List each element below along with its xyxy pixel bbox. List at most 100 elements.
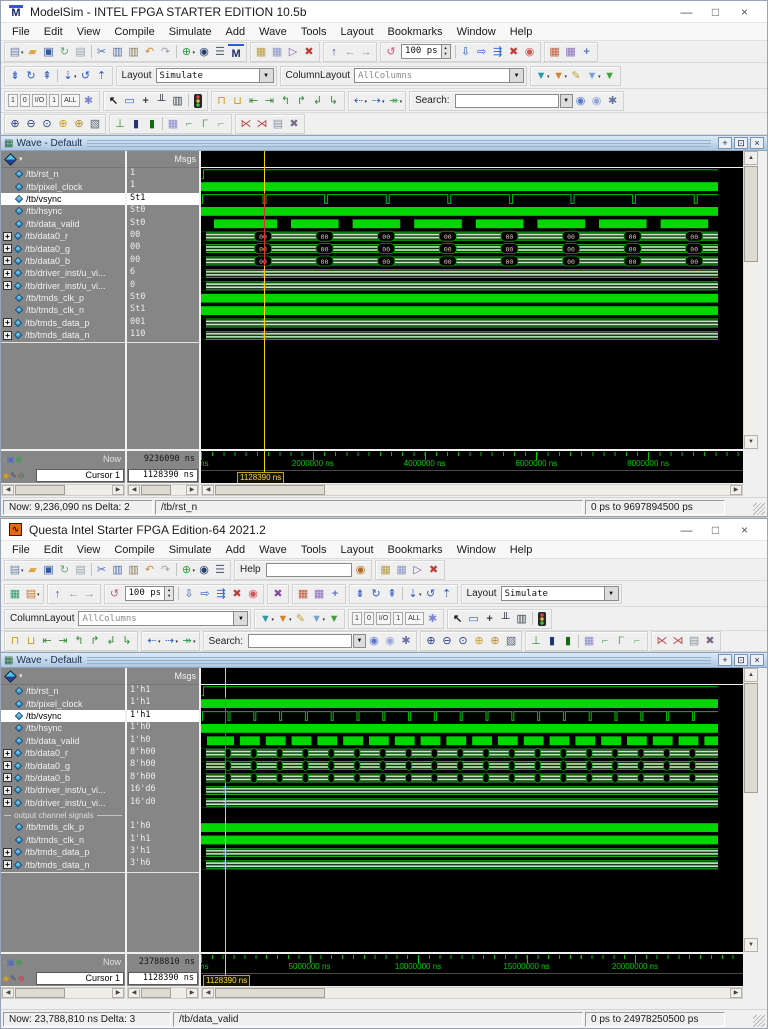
wave-cut-icon[interactable]: ⊓ (214, 93, 230, 109)
edge-fall-find-icon[interactable]: ⌐ (213, 116, 229, 132)
goto-line-icon[interactable]: ☰ (212, 562, 228, 578)
signal-row[interactable]: +/tb/driver_inst/u_vi... (1, 784, 125, 796)
edit-columns-icon[interactable]: ▥ (170, 93, 186, 109)
menu-help[interactable]: Help (503, 544, 540, 556)
group-expand-icon[interactable]: ⇟ (7, 68, 23, 84)
reload-icon[interactable]: ↻ (57, 562, 73, 578)
wave-hscrollbar[interactable]: ◀▶ (201, 484, 743, 496)
signal-value[interactable]: St1 (127, 304, 199, 316)
maximize-button[interactable]: □ (701, 523, 730, 537)
signal-row[interactable]: /tb/vsync (1, 193, 125, 205)
edge-stretch-left-icon[interactable]: ↰ (278, 93, 294, 109)
expand-icon[interactable]: + (3, 244, 12, 253)
signal-row[interactable]: +/tb/data0_b (1, 255, 125, 267)
signal-row[interactable]: /tb/data_valid (1, 218, 125, 230)
restart-icon[interactable]: ↺ (107, 586, 123, 602)
force-clock-button[interactable]: 1 (49, 94, 59, 107)
signal-row[interactable]: /tb/hsync (1, 722, 125, 734)
cursor-time-flag[interactable]: 1128390 ns (203, 975, 250, 986)
zoom-full-icon[interactable]: ⊙ (39, 116, 55, 132)
scroll-down-button[interactable]: ▼ (744, 938, 758, 952)
group-expand-icon[interactable]: ⇟ (352, 586, 368, 602)
edge-any-find-icon[interactable]: Γ (613, 633, 629, 649)
zoom-full-icon[interactable]: ⊙ (455, 633, 471, 649)
chevron-down-icon[interactable]: ▼ (509, 69, 523, 82)
force-zero-button[interactable]: 0 (20, 94, 30, 107)
close-button[interactable]: × (730, 523, 759, 537)
scroll-up-button[interactable]: ▲ (744, 668, 758, 682)
signal-row[interactable]: /tb/tmds_clk_n (1, 834, 125, 846)
menu-add[interactable]: Add (219, 26, 253, 38)
signal-value[interactable]: 1'h1 (127, 834, 199, 846)
waveform-canvas[interactable] (201, 668, 743, 952)
collapse-sync-icon[interactable]: ↺ (78, 68, 94, 84)
compile-all-icon[interactable]: ▦ (394, 562, 410, 578)
search-dropdown-icon[interactable]: ▼ (353, 634, 366, 648)
filter-remove-icon[interactable]: ✖ (270, 586, 286, 602)
scroll-left-button[interactable]: ◀ (128, 988, 140, 998)
edge-any-find-icon[interactable]: Γ (197, 116, 213, 132)
chevron-down-icon[interactable]: ▾ (21, 50, 24, 56)
break-compile-icon[interactable]: ✖ (301, 44, 317, 60)
scroll-right-button[interactable]: ▶ (730, 485, 742, 495)
menu-wave[interactable]: Wave (252, 26, 294, 38)
delete-cursor-icon[interactable]: ⊖ (18, 974, 25, 983)
signal-value[interactable]: St0 (127, 205, 199, 217)
group-collapse-icon[interactable]: ⇞ (39, 68, 55, 84)
edge-delete-icon[interactable]: ⇥ (55, 633, 71, 649)
signal-value[interactable]: 110 (127, 329, 199, 341)
search-forward-icon[interactable]: ◉ (366, 633, 382, 649)
wave-vertical-scrollbar[interactable]: ▲ ▼ (743, 151, 758, 449)
signal-value[interactable]: 00 (127, 242, 199, 254)
signal-row[interactable]: +/tb/data0_g (1, 242, 125, 254)
signal-row[interactable]: +/tb/data0_b (1, 772, 125, 784)
scroll-right-button[interactable]: ▶ (112, 485, 124, 495)
transcript-report-icon[interactable]: ▤ (686, 633, 702, 649)
memory-profile-icon[interactable]: ▦ (563, 44, 579, 60)
pan-mode-icon[interactable]: + (138, 93, 154, 109)
cursor-value[interactable]: 1128390 ns (128, 469, 198, 482)
simulate-icon[interactable]: ▷ (285, 44, 301, 60)
menu-edit[interactable]: Edit (37, 544, 70, 556)
search-options-icon[interactable]: ✱ (398, 633, 414, 649)
chevron-down-icon[interactable]: ▾ (365, 99, 368, 105)
signal-row[interactable]: /tb/hsync (1, 205, 125, 217)
wand-icon[interactable]: ✱ (81, 93, 97, 109)
cut-icon[interactable]: ✂ (94, 562, 110, 578)
redo-icon[interactable]: ↷ (158, 44, 174, 60)
menu-bookmarks[interactable]: Bookmarks (381, 544, 450, 556)
columnlayout-select[interactable]: AllColumns▼ (354, 68, 524, 83)
paste-icon[interactable]: ▥ (126, 562, 142, 578)
grid-view-icon[interactable]: ▦ (581, 633, 597, 649)
add-cursor-icon[interactable]: ⊕ (15, 958, 22, 967)
modelsim-home-icon[interactable]: M (228, 44, 244, 60)
open-folder-icon[interactable]: ▰ (25, 562, 41, 578)
env-forward-icon[interactable]: → (358, 44, 374, 60)
columnlayout-select[interactable]: AllColumns▼ (78, 611, 248, 626)
copy-icon[interactable]: ▥ (110, 44, 126, 60)
chevron-down-icon[interactable]: ▾ (74, 74, 77, 80)
run-continue-icon[interactable]: ⇨ (474, 44, 490, 60)
signal-row[interactable]: +/tb/data0_r (1, 747, 125, 759)
cursor-time-flag[interactable]: 1128390 ns (237, 472, 284, 483)
edge-fall-find-icon[interactable]: ⌐ (629, 633, 645, 649)
chevron-down-icon[interactable]: ▾ (21, 568, 24, 574)
signal-row[interactable]: +/tb/data0_g (1, 759, 125, 771)
timeline-ruler[interactable]: 0 ns2000000 ns4000000 ns6000000 ns800000… (201, 451, 743, 483)
signal-value[interactable]: St0 (127, 292, 199, 304)
scroll-down-button[interactable]: ▼ (744, 435, 758, 449)
transcript-report-icon[interactable]: ▤ (270, 116, 286, 132)
search-forward-icon[interactable]: ◉ (573, 93, 589, 109)
wave-paste-icon[interactable]: ⊔ (230, 93, 246, 109)
wave-cut-icon[interactable]: ⊓ (7, 633, 23, 649)
signal-row[interactable]: +/tb/tmds_data_p (1, 317, 125, 329)
signal-value[interactable]: 1'h0 (127, 821, 199, 833)
header-dropdown-icon[interactable]: ▾ (19, 672, 23, 680)
menu-file[interactable]: File (5, 544, 37, 556)
break-run-icon[interactable]: ✖ (229, 586, 245, 602)
chevron-down-icon[interactable]: ▾ (565, 74, 568, 80)
signal-value[interactable]: 00 (127, 230, 199, 242)
chevron-down-icon[interactable]: ▼ (233, 612, 247, 625)
signal-value[interactable]: 00 (127, 255, 199, 267)
pan-hand-icon[interactable]: + (327, 586, 343, 602)
